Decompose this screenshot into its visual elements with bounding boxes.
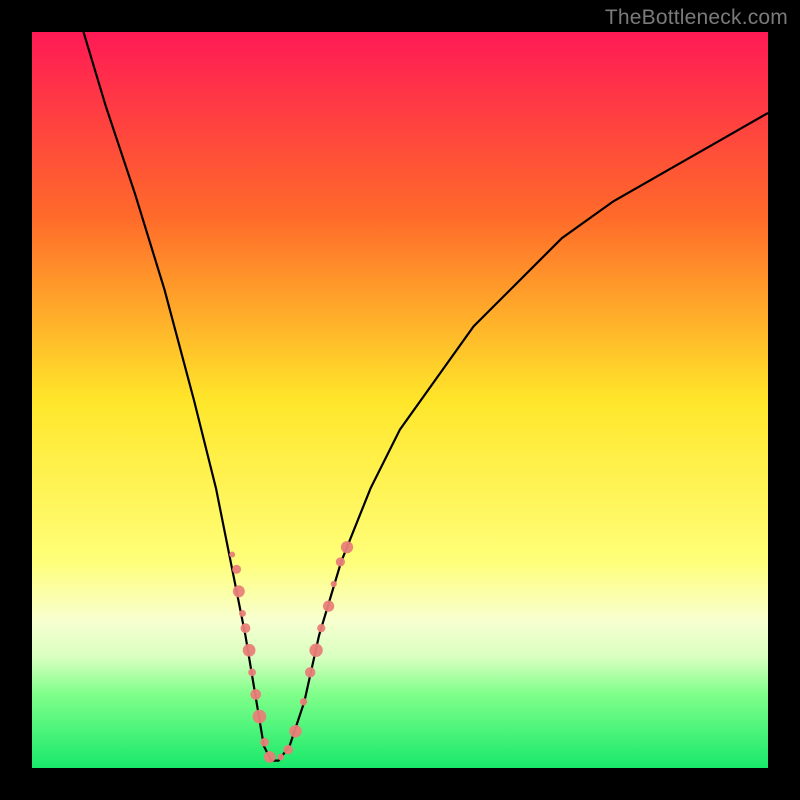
highlight-point [331,581,337,587]
gradient-background [32,32,768,768]
highlight-point [239,610,246,617]
highlight-point [248,668,256,676]
highlight-point [283,745,293,755]
highlight-point [317,624,325,632]
highlight-point [336,557,345,566]
highlight-point [300,698,307,705]
highlight-point [264,751,276,763]
highlight-point [241,623,251,633]
highlight-point [250,689,261,700]
plot-area [32,32,768,768]
highlight-point [277,754,284,761]
highlight-point [323,600,334,611]
highlight-point [243,644,256,657]
highlight-point [289,725,301,737]
highlight-point [253,710,267,724]
highlight-point [260,738,269,747]
highlight-point [309,644,322,657]
watermark-label: TheBottleneck.com [605,6,788,30]
highlight-point [341,541,353,553]
highlight-point [229,552,235,558]
chart-svg [32,32,768,768]
highlight-point [233,585,245,597]
highlight-point [305,667,315,677]
highlight-point [232,565,241,574]
chart-frame: TheBottleneck.com [0,0,800,800]
